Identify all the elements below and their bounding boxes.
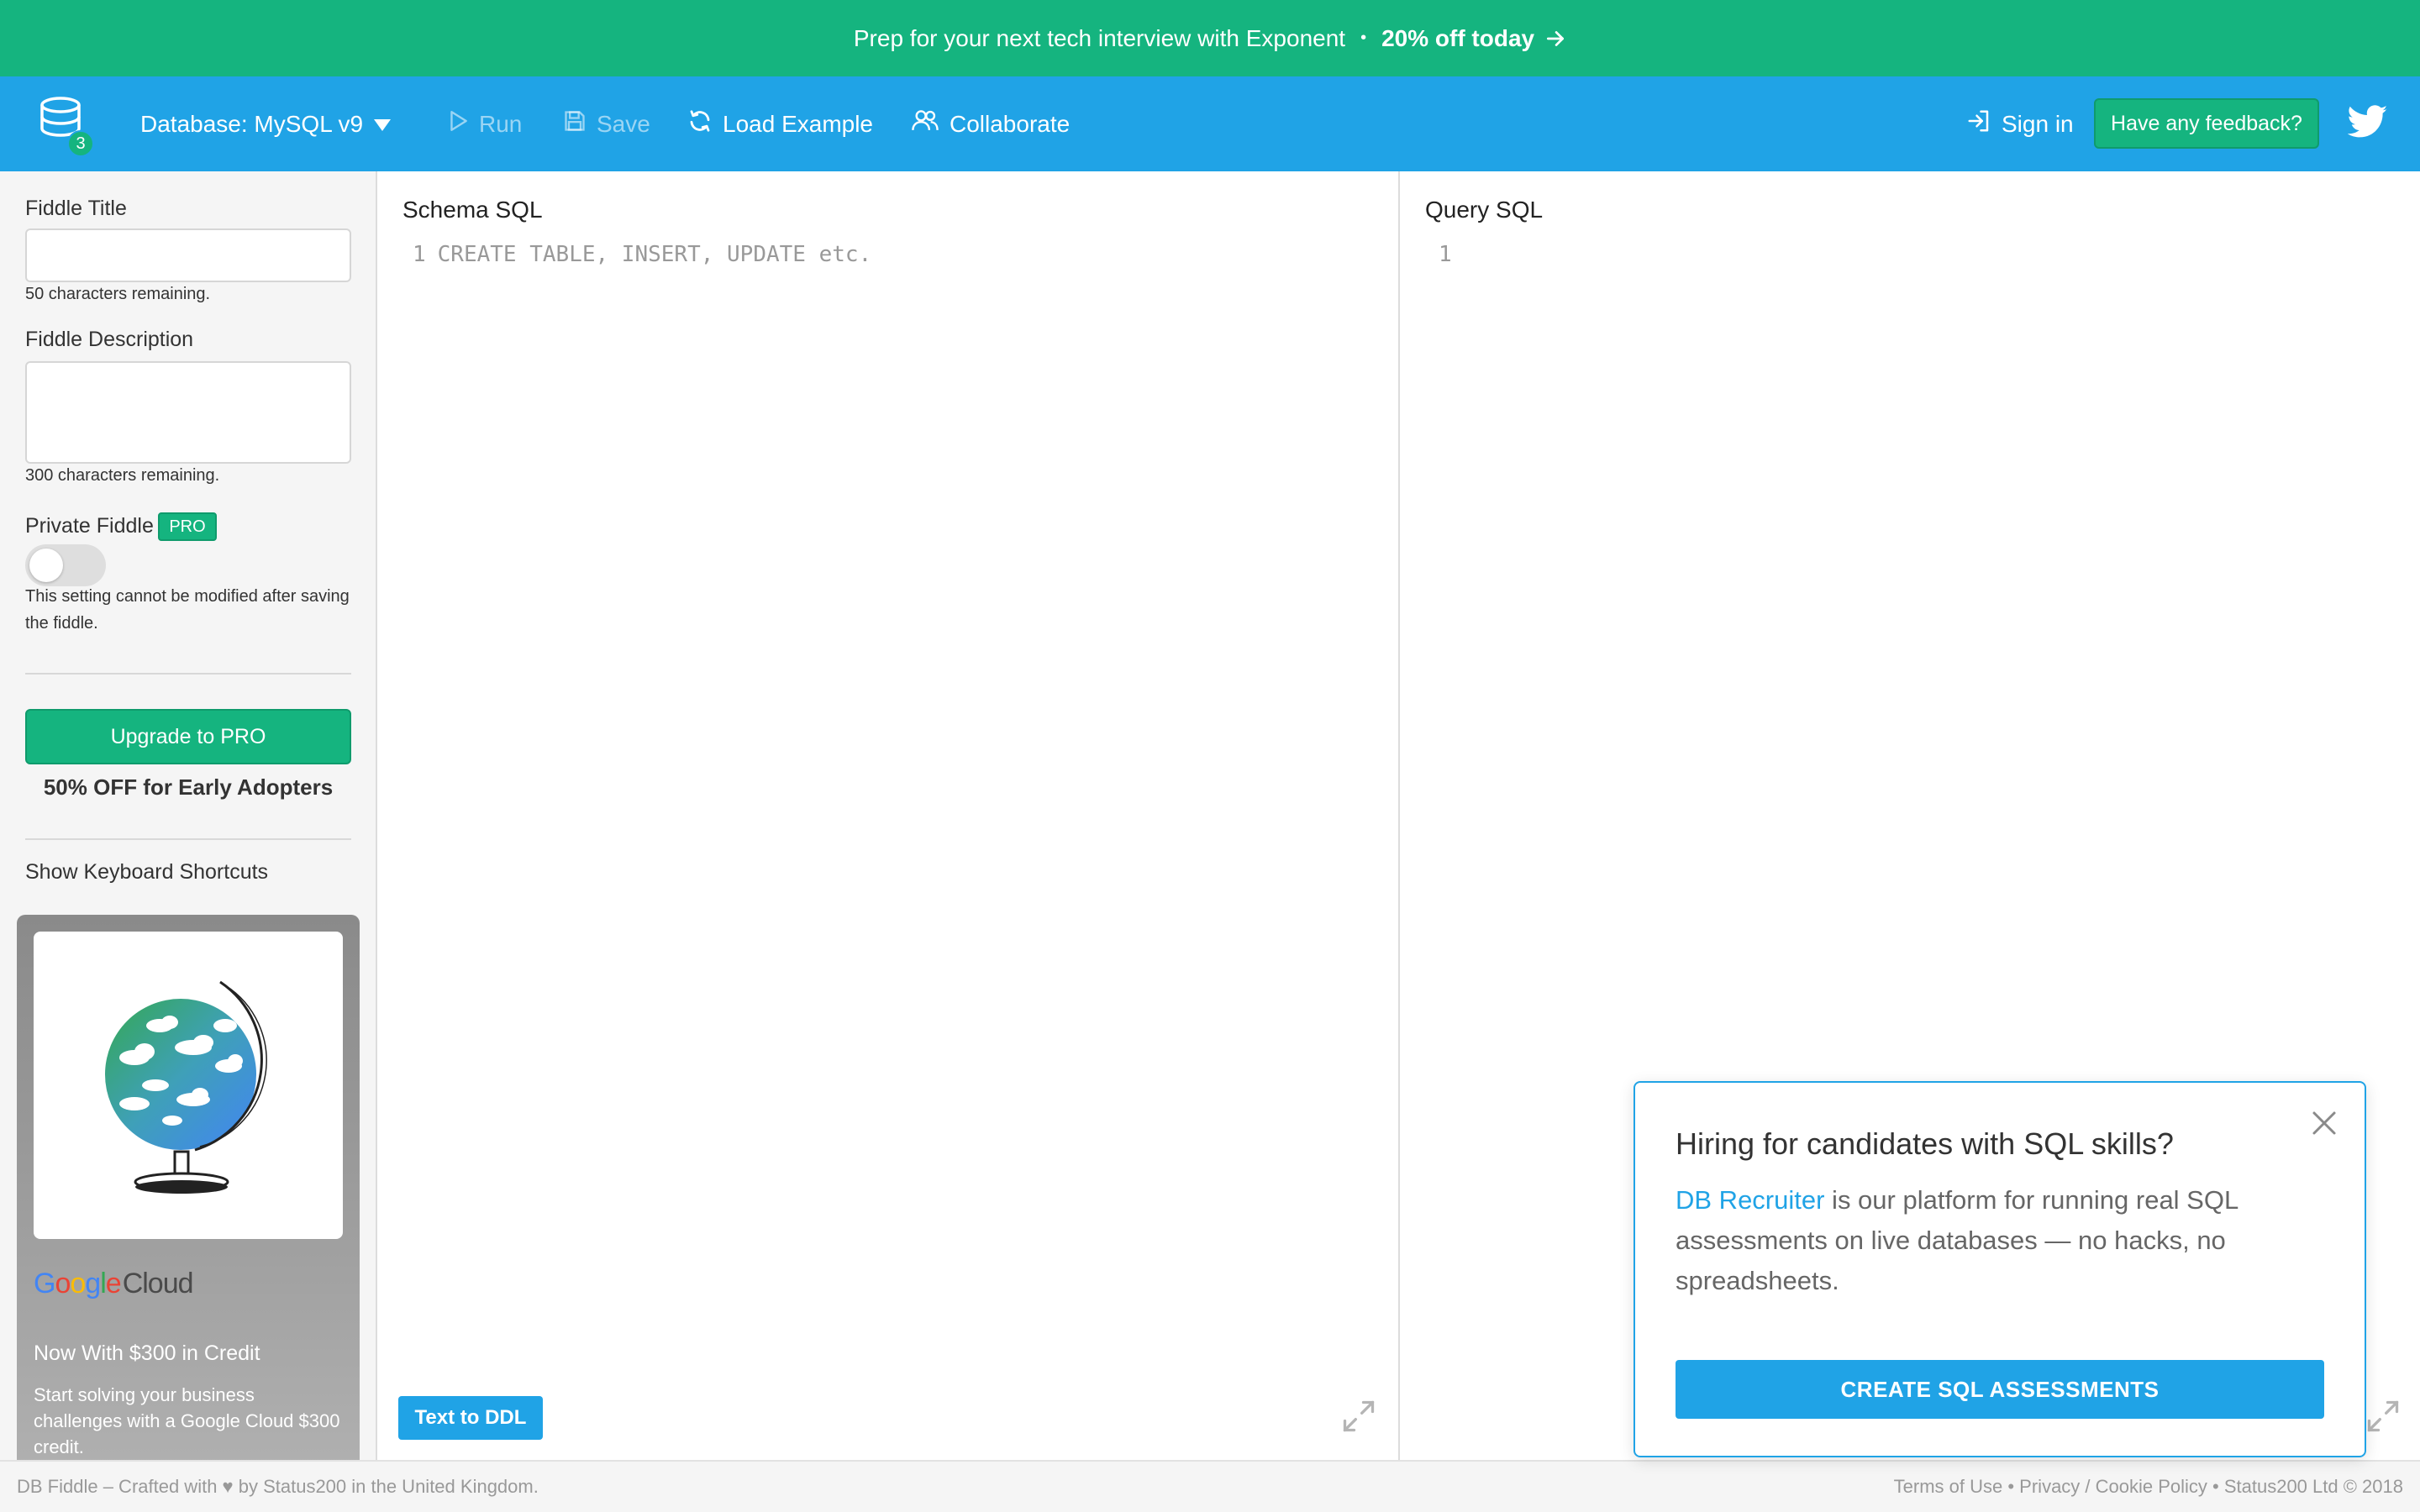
sign-in-label: Sign in xyxy=(2002,110,2074,137)
load-example-label: Load Example xyxy=(723,110,874,137)
private-fiddle-note: This setting cannot be modified after sa… xyxy=(25,587,350,633)
database-icon[interactable]: 3 xyxy=(39,97,94,157)
promo-separator: • xyxy=(1360,29,1367,47)
footer: DB Fiddle – Crafted with ♥ by Status200 … xyxy=(0,1460,2420,1512)
play-icon xyxy=(447,109,469,139)
arrow-right-icon xyxy=(1544,28,1566,50)
ad-text: Start solving your business challenges w… xyxy=(34,1384,340,1457)
early-adopters-text: 50% OFF for Early Adopters xyxy=(43,774,334,800)
schema-sql-placeholder: CREATE TABLE, INSERT, UPDATE etc. xyxy=(437,242,872,267)
popup-text: DB Recruiter is our platform for running… xyxy=(1676,1180,2331,1301)
promo-banner[interactable]: Prep for your next tech interview with E… xyxy=(0,0,2420,76)
google-cloud-logo: GoogleCloud xyxy=(34,1268,194,1299)
sign-in-button[interactable]: Sign in xyxy=(1966,76,2074,171)
query-sql-title: Query SQL xyxy=(1425,197,1544,223)
close-icon[interactable] xyxy=(2309,1108,2339,1138)
private-fiddle-toggle[interactable] xyxy=(25,544,106,586)
refresh-icon xyxy=(687,108,713,139)
load-example-button[interactable]: Load Example xyxy=(687,76,873,171)
fiddle-title-label: Fiddle Title xyxy=(25,197,127,220)
top-navbar: 3 Database: MySQL v9 Run Save Load Examp… xyxy=(0,76,2420,171)
footer-credits: DB Fiddle – Crafted with ♥ by Status200 … xyxy=(17,1476,539,1497)
save-button[interactable]: Save xyxy=(563,76,650,171)
caret-down-icon xyxy=(373,111,392,138)
collaborate-label: Collaborate xyxy=(950,110,1071,137)
text-to-ddl-button[interactable]: Text to DDL xyxy=(398,1396,543,1440)
expand-icon[interactable] xyxy=(1340,1398,1377,1435)
toggle-knob xyxy=(29,549,63,582)
database-select[interactable]: Database: MySQL v9 xyxy=(140,76,392,171)
sign-in-icon xyxy=(1966,108,1991,139)
schema-sql-editor[interactable]: 1 CREATE TABLE, INSERT, UPDATE etc. xyxy=(413,242,871,267)
divider xyxy=(25,838,351,840)
fiddle-description-input[interactable] xyxy=(25,361,351,464)
ad-image-card xyxy=(34,932,343,1239)
keyboard-shortcuts-link[interactable]: Show Keyboard Shortcuts xyxy=(25,860,268,885)
promo-text: Prep for your next tech interview with E… xyxy=(853,24,1346,51)
logo-badge: 3 xyxy=(67,130,94,157)
feedback-button[interactable]: Have any feedback? xyxy=(2094,98,2319,149)
twitter-icon[interactable] xyxy=(2347,105,2388,140)
run-label: Run xyxy=(479,110,523,137)
google-cloud-ad[interactable]: GoogleCloud Now With $300 in Credit Star… xyxy=(17,915,360,1460)
save-label: Save xyxy=(597,110,650,137)
fiddle-description-label: Fiddle Description xyxy=(25,328,194,351)
sidebar: Fiddle Title 50 characters remaining. Fi… xyxy=(0,171,377,1460)
private-fiddle-label: Private Fiddle xyxy=(25,514,154,538)
globe-icon xyxy=(105,980,267,1194)
fiddle-description-remaining: 300 characters remaining. xyxy=(25,466,220,485)
expand-icon[interactable] xyxy=(2365,1398,2402,1435)
footer-links[interactable]: Terms of Use • Privacy / Cookie Policy •… xyxy=(1894,1476,2403,1498)
fiddle-title-remaining: 50 characters remaining. xyxy=(25,285,211,303)
ad-title: Now With $300 in Credit xyxy=(34,1341,260,1365)
users-icon xyxy=(911,108,939,139)
pro-badge: PRO xyxy=(158,512,217,541)
db-recruiter-link[interactable]: DB Recruiter xyxy=(1676,1185,1824,1215)
upgrade-to-pro-button[interactable]: Upgrade to PRO xyxy=(25,709,351,764)
promo-offer[interactable]: 20% off today xyxy=(1381,25,1534,52)
create-sql-assessments-button[interactable]: CREATE SQL ASSESSMENTS xyxy=(1676,1360,2324,1419)
fiddle-title-input[interactable] xyxy=(25,228,351,282)
line-number: 1 xyxy=(413,242,426,267)
schema-sql-panel: Schema SQL 1 CREATE TABLE, INSERT, UPDATE… xyxy=(377,171,1400,1460)
db-recruiter-popup: Hiring for candidates with SQL skills? D… xyxy=(1634,1081,2366,1457)
collaborate-button[interactable]: Collaborate xyxy=(911,76,1070,171)
schema-sql-title: Schema SQL xyxy=(402,197,543,223)
query-sql-editor[interactable]: 1 xyxy=(1439,242,1464,267)
run-button[interactable]: Run xyxy=(447,76,522,171)
divider xyxy=(25,673,351,675)
line-number: 1 xyxy=(1439,242,1452,267)
database-label: Database: MySQL v9 xyxy=(140,110,364,137)
floppy-disk-icon xyxy=(563,109,587,139)
popup-title: Hiring for candidates with SQL skills? xyxy=(1676,1126,2174,1161)
